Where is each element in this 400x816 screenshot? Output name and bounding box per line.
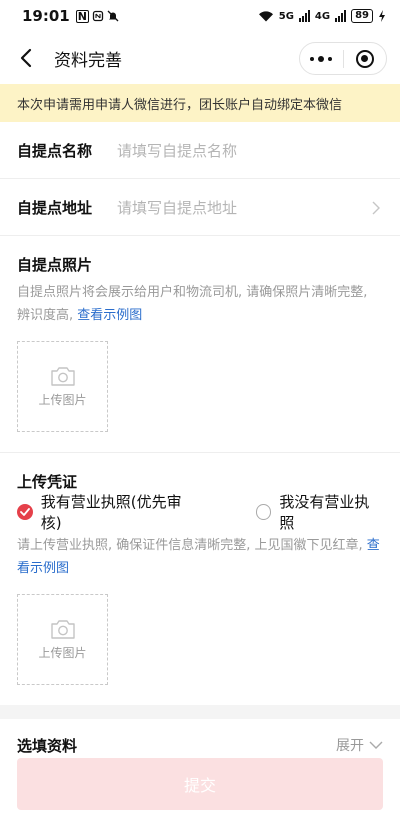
chevron-left-icon [20,48,32,68]
radio-no-license[interactable]: 我没有营业执照 [255,491,383,533]
page-title: 资料完善 [54,50,122,71]
signal-4g-icon [335,10,347,22]
license-radio-group: 我有营业执照(优先审核) 我没有营业执照 [17,493,383,532]
charging-icon [379,10,385,22]
miniprogram-capsule [299,42,387,75]
pickup-photo-section: 自提点照片 自提点照片将会展示给用户和物流司机, 请确保照片清晰完整, 辨识度高… [0,236,400,453]
back-button[interactable] [14,46,38,70]
credential-upload-label: 上传图片 [38,646,87,660]
credential-desc-text: 请上传营业执照, 确保证件信息清晰完整, 上见国徽下见红章, [17,538,367,553]
n-notification-icon: N [75,9,89,23]
submit-button[interactable]: 提交 [17,758,383,810]
more-menu-button[interactable] [300,55,343,62]
pickup-photo-title: 自提点照片 [17,256,93,274]
network-4g-label: 4G [314,10,331,22]
pickup-address-row[interactable]: 自提点地址 请填写自提点地址 [0,179,400,236]
expand-label: 展开 [336,738,364,754]
status-left: 19:01 N [22,7,119,25]
status-left-icons: N [75,9,119,23]
signal-5g-icon [298,10,310,22]
close-miniprogram-button[interactable] [344,49,387,68]
status-time: 19:01 [22,7,70,25]
chevron-right-icon [372,201,380,215]
pickup-photo-desc: 自提点照片将会展示给用户和物流司机, 请确保照片清晰完整, 辨识度高, 查看示例… [17,281,383,327]
more-dot-icon [310,56,315,61]
radio-has-license-label: 我有营业执照(优先审核) [40,493,182,532]
nav-bar: 资料完善 [0,32,400,84]
nfc-icon [92,10,104,22]
optional-info-label: 选填资料 [17,736,78,755]
radio-has-license[interactable]: 我有营业执照(优先审核) [17,491,201,533]
target-close-icon [355,49,374,68]
radio-no-license-label: 我没有营业执照 [279,493,370,532]
credential-section: 上传凭证 我有营业执照(优先审核) 我没有营业执照 请上传营业执照, 确保证件信… [0,453,400,705]
chevron-down-icon [369,741,383,749]
credential-upload-button[interactable]: 上传图片 [17,594,108,685]
submit-label: 提交 [183,776,216,795]
notice-banner: 本次申请需用申请人微信进行，团长账户自动绑定本微信 [0,84,400,122]
mute-icon [107,10,119,22]
radio-unchecked-icon [255,504,272,520]
pickup-address-label: 自提点地址 [17,198,93,217]
wifi-icon [258,11,273,22]
camera-icon [50,620,75,639]
pickup-name-row[interactable]: 自提点名称 请填写自提点名称 [0,122,400,179]
more-dot-icon [318,55,325,62]
expand-toggle[interactable]: 展开 [336,735,383,755]
pickup-photo-upload-button[interactable]: 上传图片 [17,341,108,432]
status-right: 5G 4G 89 [258,9,386,23]
submit-area: 提交 [17,758,383,810]
camera-icon [50,367,75,386]
radio-checked-icon [17,504,33,520]
status-bar: 19:01 N 5G 4G 89 [0,0,400,32]
credential-title: 上传凭证 [17,473,78,491]
pickup-photo-desc-text: 自提点照片将会展示给用户和物流司机, 请确保照片清晰完整, 辨识度高, [17,285,368,323]
pickup-name-input[interactable]: 请填写自提点名称 [117,140,237,161]
pickup-address-input[interactable]: 请填写自提点地址 [117,197,237,218]
more-dot-icon [328,56,333,61]
pickup-photo-upload-label: 上传图片 [38,393,87,407]
pickup-name-label: 自提点名称 [17,141,93,160]
credential-desc: 请上传营业执照, 确保证件信息清晰完整, 上见国徽下见红章, 查看示例图 [17,534,383,580]
notice-text: 本次申请需用申请人微信进行，团长账户自动绑定本微信 [17,97,343,113]
battery-level: 89 [351,9,373,23]
section-divider [0,705,400,719]
pickup-photo-example-link[interactable]: 查看示例图 [77,308,142,323]
network-5g-label: 5G [278,10,294,22]
